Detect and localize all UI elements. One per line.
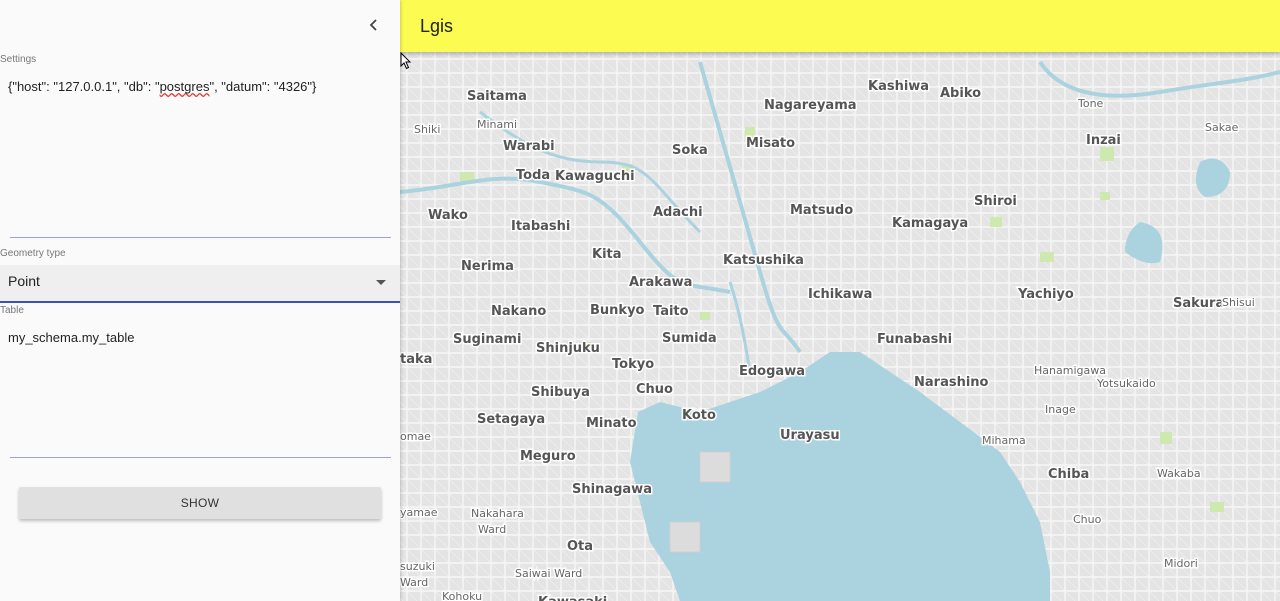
place-label: Suginami [453, 332, 521, 347]
place-label: Saiwai Ward [515, 567, 582, 580]
place-label: Yotsukaido [1096, 377, 1156, 390]
place-label: Minato [586, 416, 637, 431]
place-label: Wako [428, 208, 468, 223]
app-title: Lgis [420, 16, 454, 36]
place-label: Shiki [414, 123, 440, 136]
place-label: Mihama [982, 434, 1026, 447]
place-label: Kawasaki [538, 595, 607, 601]
place-label: Ichikawa [808, 287, 872, 302]
geometry-type-value: Point [8, 273, 40, 289]
place-label: suzuki [400, 560, 435, 573]
place-label: Katsushika [723, 253, 804, 268]
place-label: Urayasu [780, 428, 840, 443]
mouse-cursor-icon [400, 52, 412, 70]
geometry-type-label: Geometry type [0, 248, 66, 259]
place-label: Inage [1045, 403, 1076, 416]
place-label: Nagareyama [764, 98, 857, 113]
place-label: Saitama [467, 89, 527, 104]
place-label: Edogawa [739, 364, 805, 379]
map-view[interactable]: Saitama Kashiwa Abiko Tone Nagareyama Minami S… [400, 52, 1280, 601]
place-label: Shibuya [531, 385, 590, 400]
place-label: Funabashi [877, 332, 952, 347]
place-label: Narashino [914, 375, 989, 390]
place-label: Wakaba [1157, 467, 1201, 480]
place-label: Meguro [520, 449, 576, 464]
settings-underline [10, 237, 391, 238]
place-label: Kawaguchi [555, 169, 635, 184]
place-label: Abiko [940, 86, 981, 101]
place-label: Nakahara [471, 507, 524, 520]
place-label: Hanamigawa [1034, 364, 1106, 377]
place-label: Ota [567, 539, 593, 554]
place-label: Kita [592, 247, 622, 262]
show-button[interactable]: SHOW [19, 487, 381, 519]
settings-label: Settings [0, 54, 37, 65]
place-label: taka [400, 352, 432, 367]
place-label: Ward [400, 576, 428, 589]
geometry-type-underline [0, 301, 400, 303]
place-label: Soka [672, 143, 708, 158]
place-label: Tone [1077, 97, 1104, 110]
place-label: yamae [400, 506, 438, 519]
settings-textarea[interactable]: {"host": "127.0.0.1", "db": "postgres", … [8, 78, 390, 228]
dropdown-arrow-icon [376, 280, 386, 285]
geometry-type-select[interactable]: Point [0, 265, 400, 302]
place-label: Koto [682, 408, 716, 423]
place-label: Shinagawa [572, 482, 652, 497]
place-label: Minami [477, 118, 517, 131]
place-label: Toda [516, 168, 550, 183]
place-label: Sakura [1173, 296, 1224, 311]
chevron-left-icon[interactable] [362, 13, 386, 37]
place-label: Bunkyo [590, 303, 645, 318]
place-label: Arakawa [629, 275, 692, 290]
place-label: Sakae [1205, 121, 1239, 134]
table-underline [10, 457, 391, 458]
place-label: Chiba [1048, 467, 1089, 482]
table-label: Table [0, 305, 24, 316]
place-label: Kamagaya [892, 216, 968, 231]
place-label: Kohoku [442, 590, 482, 601]
place-label: Chuo [636, 382, 673, 397]
place-label: Shinjuku [536, 341, 600, 356]
place-label: Sumida [662, 331, 717, 346]
place-label: Midori [1164, 557, 1198, 570]
place-label: Misato [746, 136, 795, 151]
place-label: Warabi [503, 139, 555, 154]
place-label: Kashiwa [868, 79, 929, 94]
place-label: Shiroi [974, 194, 1017, 209]
place-label: Itabashi [511, 219, 570, 234]
settings-drawer: Settings {"host": "127.0.0.1", "db": "po… [0, 0, 400, 601]
place-label: Setagaya [477, 412, 545, 427]
place-label: Ward [478, 523, 506, 536]
map-canvas[interactable]: Saitama Kashiwa Abiko Tone Nagareyama Minami S… [400, 52, 1280, 601]
place-label: Taito [653, 304, 689, 319]
place-label: Chuo [1073, 513, 1102, 526]
place-label: Nerima [461, 259, 514, 274]
place-label: Adachi [653, 205, 703, 220]
table-textarea[interactable]: my_schema.my_table [8, 329, 390, 449]
place-label: Nakano [491, 304, 546, 319]
place-label: omae [400, 430, 431, 443]
place-label: Tokyo [612, 357, 654, 372]
app-bar: Lgis [400, 0, 1280, 52]
place-label: Yachiyo [1017, 287, 1074, 302]
place-label: Matsudo [790, 203, 853, 218]
place-label: Inzai [1086, 133, 1121, 148]
place-label: Shisui [1222, 296, 1255, 309]
